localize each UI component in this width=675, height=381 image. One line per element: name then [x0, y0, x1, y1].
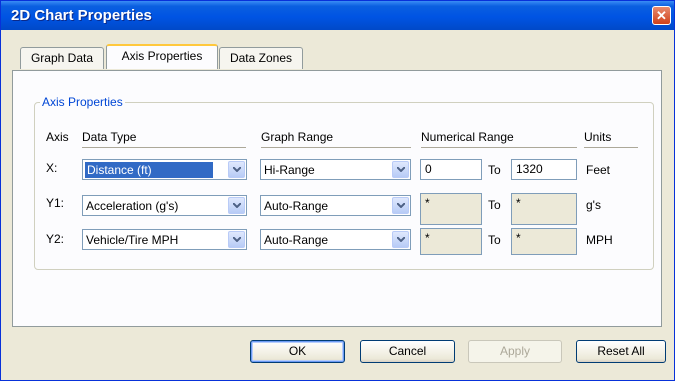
data-type-select-x[interactable]: Distance (ft) — [82, 159, 247, 180]
ok-button[interactable]: OK — [250, 340, 345, 363]
graph-range-select-y1[interactable]: Auto-Range — [260, 195, 411, 216]
header-axis: Axis — [46, 130, 69, 144]
header-divider — [584, 147, 638, 148]
to-label: To — [488, 198, 501, 212]
to-label: To — [488, 163, 501, 177]
range-to-input-x[interactable]: 1320 — [511, 159, 577, 180]
header-divider — [261, 147, 411, 148]
window-title: 2D Chart Properties — [11, 7, 152, 24]
header-divider — [421, 147, 577, 148]
apply-button[interactable]: Apply — [468, 340, 562, 363]
chevron-down-icon[interactable] — [228, 231, 245, 248]
data-type-value-y2: Vehicle/Tire MPH — [86, 233, 179, 247]
unit-label-y1: g's — [586, 198, 601, 212]
chevron-down-icon[interactable] — [392, 161, 409, 178]
range-to-input-y2: * — [511, 228, 577, 255]
range-from-value-x: 0 — [425, 162, 432, 176]
header-data-type: Data Type — [82, 130, 137, 144]
close-icon[interactable]: ✕ — [656, 8, 667, 23]
tab-data-zones[interactable]: Data Zones — [219, 47, 303, 69]
graph-range-select-x[interactable]: Hi-Range — [260, 159, 411, 180]
cancel-button[interactable]: Cancel — [360, 340, 455, 363]
range-to-input-y1: * — [511, 193, 577, 225]
chevron-down-icon[interactable] — [392, 197, 409, 214]
tab-axis-properties[interactable]: Axis Properties — [106, 44, 218, 69]
data-type-select-y1[interactable]: Acceleration (g's) — [82, 195, 247, 216]
range-to-value-y2: * — [516, 231, 521, 245]
range-from-input-x[interactable]: 0 — [420, 159, 482, 180]
chevron-down-icon[interactable] — [228, 161, 245, 178]
data-type-value-y1: Acceleration (g's) — [86, 199, 179, 213]
range-from-input-y2: * — [420, 228, 482, 255]
title-bar[interactable]: 2D Chart Properties ✕ — [1, 1, 674, 30]
to-label: To — [488, 233, 501, 247]
graph-range-select-y2[interactable]: Auto-Range — [260, 229, 411, 250]
header-units: Units — [584, 130, 612, 144]
header-numerical-range: Numerical Range — [421, 130, 514, 144]
range-from-input-y1: * — [420, 193, 482, 225]
tab-graph-data[interactable]: Graph Data — [20, 47, 104, 69]
graph-range-value-y1: Auto-Range — [264, 199, 329, 213]
data-type-value-x: Distance (ft) — [85, 162, 213, 178]
header-graph-range: Graph Range — [261, 130, 334, 144]
axis-label-y1: Y1: — [46, 196, 65, 210]
graph-range-value-x: Hi-Range — [264, 163, 315, 177]
range-from-value-y2: * — [425, 231, 430, 245]
graph-range-value-y2: Auto-Range — [264, 233, 329, 247]
reset-all-button[interactable]: Reset All — [576, 340, 666, 363]
close-button[interactable]: ✕ — [652, 6, 671, 25]
chevron-down-icon[interactable] — [228, 197, 245, 214]
range-to-value-y1: * — [516, 196, 521, 210]
data-type-select-y2[interactable]: Vehicle/Tire MPH — [82, 229, 247, 250]
axis-label-x: X: — [46, 161, 58, 175]
unit-label-x: Feet — [586, 163, 611, 177]
range-to-value-x: 1320 — [516, 162, 543, 176]
range-from-value-y1: * — [425, 196, 430, 210]
group-title: Axis Properties — [40, 95, 125, 109]
unit-label-y2: MPH — [586, 233, 613, 247]
header-divider — [82, 147, 246, 148]
axis-label-y2: Y2: — [46, 232, 65, 246]
chevron-down-icon[interactable] — [392, 231, 409, 248]
